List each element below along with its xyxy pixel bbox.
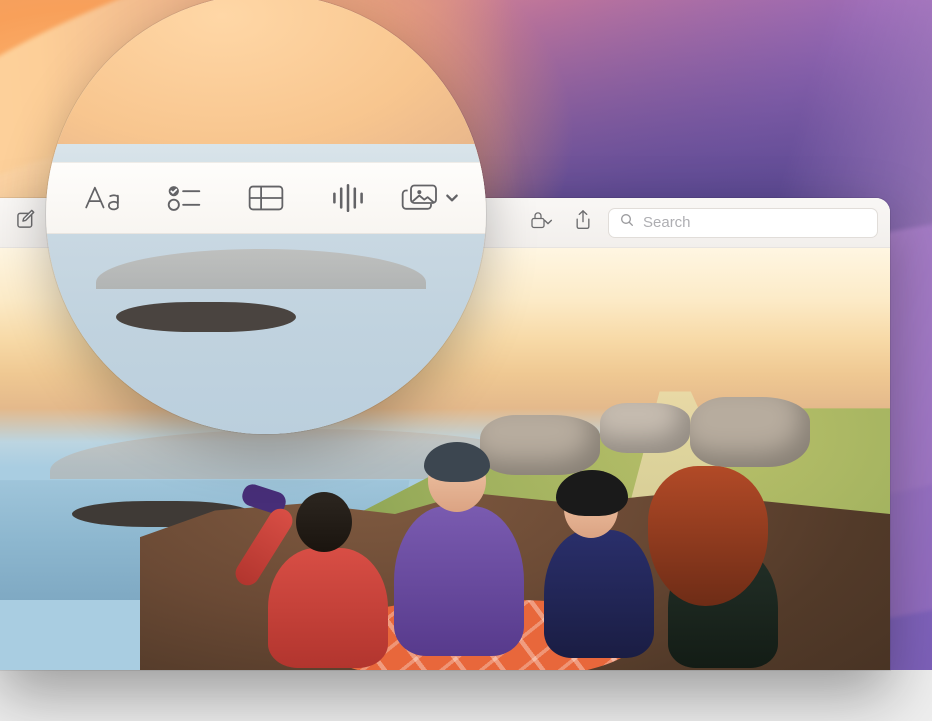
audio-button[interactable] <box>322 174 374 222</box>
chevron-down-icon <box>445 191 459 205</box>
person-figure <box>520 470 660 670</box>
search-input[interactable] <box>641 213 867 232</box>
format-button[interactable] <box>76 174 128 222</box>
lock-button[interactable] <box>524 208 558 238</box>
person-figure <box>368 450 528 670</box>
checklist-icon <box>167 183 201 213</box>
compose-icon <box>15 209 37 236</box>
table-button[interactable] <box>240 174 292 222</box>
media-icon <box>401 183 441 213</box>
search-icon <box>619 212 635 233</box>
table-icon <box>248 184 284 212</box>
magnified-toolbar-segment <box>46 162 486 234</box>
text-format-icon <box>83 183 121 213</box>
compose-button[interactable] <box>9 208 43 238</box>
audio-wave-icon <box>331 183 365 213</box>
media-button[interactable] <box>404 174 456 222</box>
person-figure <box>640 460 790 670</box>
chevron-down-icon <box>543 214 553 232</box>
share-icon <box>573 209 593 236</box>
search-field[interactable] <box>608 208 878 238</box>
magnifier-callout <box>46 0 486 434</box>
checklist-button[interactable] <box>158 174 210 222</box>
share-button[interactable] <box>566 208 600 238</box>
